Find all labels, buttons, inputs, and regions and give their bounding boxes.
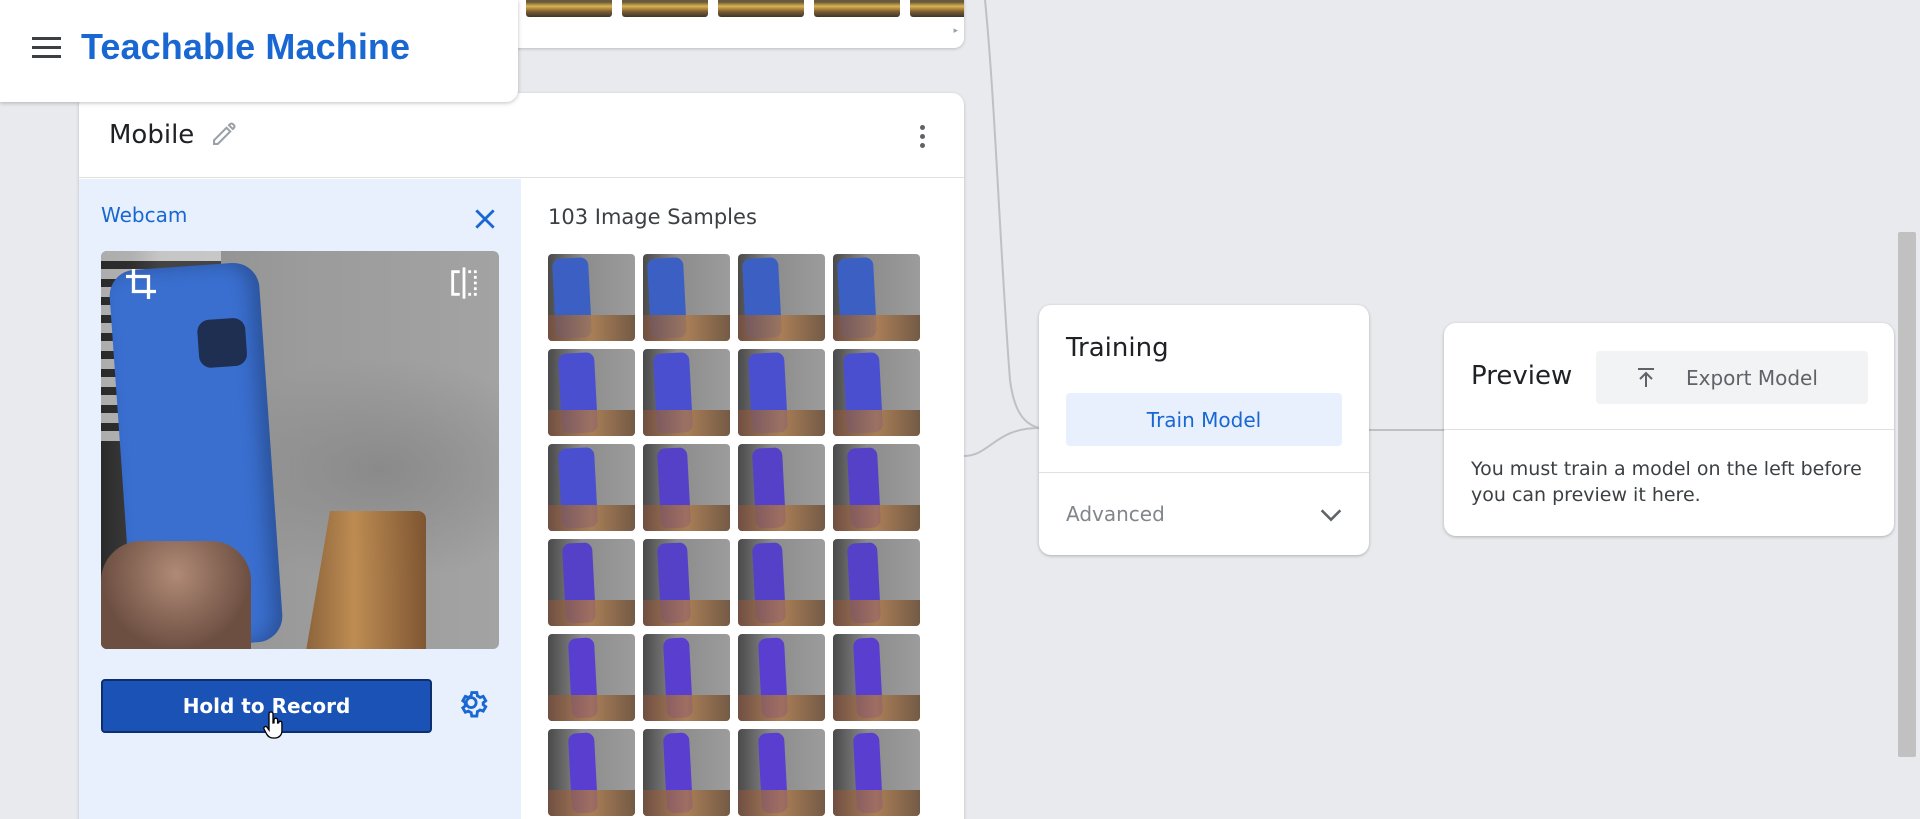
chair: [306, 511, 426, 649]
sample-thumbnail[interactable]: [643, 729, 730, 816]
class-header: Mobile: [79, 93, 964, 178]
webcam-panel: Webcam Hold to Record: [79, 179, 521, 819]
sample-thumbnail[interactable]: [833, 444, 920, 531]
sample-thumbnail: [718, 0, 804, 17]
sample-thumbnail[interactable]: [643, 349, 730, 436]
training-card: Training Train Model Advanced: [1039, 305, 1369, 555]
preview-card: Preview Export Model You must train a mo…: [1444, 323, 1894, 536]
sample-thumbnail[interactable]: [643, 444, 730, 531]
page-scrollbar-thumb[interactable]: [1898, 232, 1916, 757]
sample-thumbnail: [910, 0, 964, 17]
divider: [1039, 472, 1369, 473]
sample-thumbnail: [814, 0, 900, 17]
sample-thumbnail[interactable]: [643, 634, 730, 721]
flip-icon[interactable]: [447, 266, 481, 300]
sample-thumbnail: [526, 0, 612, 17]
sample-thumbnail[interactable]: [833, 729, 920, 816]
chevron-down-icon[interactable]: [1317, 501, 1345, 529]
training-title: Training: [1066, 333, 1169, 363]
sample-thumbnail[interactable]: [738, 444, 825, 531]
sample-thumbnail[interactable]: [833, 539, 920, 626]
sample-thumbnail[interactable]: [548, 349, 635, 436]
hand-cursor-icon: [263, 711, 283, 739]
close-icon[interactable]: [472, 206, 498, 232]
samples-grid: [548, 254, 928, 816]
app-bar: Teachable Machine: [0, 0, 518, 102]
divider: [1444, 429, 1894, 430]
sample-thumbnail: [622, 0, 708, 17]
advanced-toggle[interactable]: Advanced: [1066, 502, 1165, 526]
sample-thumbnail[interactable]: [738, 254, 825, 341]
preview-title: Preview: [1471, 361, 1573, 391]
sample-thumbnail[interactable]: [643, 539, 730, 626]
sample-thumbnail[interactable]: [738, 634, 825, 721]
export-model-label: Export Model: [1686, 365, 1818, 390]
sample-thumbnail[interactable]: [833, 349, 920, 436]
preview-message: You must train a model on the left befor…: [1471, 458, 1862, 506]
sample-thumbnail[interactable]: [833, 254, 920, 341]
samples-count: 103 Image Samples: [548, 205, 757, 229]
more-vert-icon[interactable]: [920, 125, 926, 151]
export-model-button[interactable]: Export Model: [1596, 351, 1868, 404]
train-model-button[interactable]: Train Model: [1066, 393, 1342, 446]
settings-icon[interactable]: [457, 687, 491, 721]
sample-thumbnail[interactable]: [548, 634, 635, 721]
class-name[interactable]: Mobile: [109, 120, 194, 150]
class-card: Mobile Webcam Hold to Record 103 Image S…: [79, 93, 964, 819]
scroll-right-icon[interactable]: ▸: [953, 26, 958, 36]
crop-icon[interactable]: [123, 266, 159, 302]
sample-thumbnail[interactable]: [548, 254, 635, 341]
sample-thumbnail[interactable]: [643, 254, 730, 341]
menu-icon[interactable]: [32, 37, 62, 61]
sample-thumbnail[interactable]: [738, 349, 825, 436]
hand-image: [101, 541, 251, 649]
sample-thumbnail[interactable]: [738, 539, 825, 626]
sample-thumbnail[interactable]: [548, 444, 635, 531]
webcam-title: Webcam: [101, 203, 188, 227]
webcam-preview: [101, 251, 499, 649]
edit-icon[interactable]: [209, 119, 239, 149]
sample-thumbnail[interactable]: [548, 539, 635, 626]
upload-icon: [1638, 367, 1654, 387]
sample-thumbnail[interactable]: [833, 634, 920, 721]
previous-sample-strip: [526, 0, 964, 17]
samples-panel: 103 Image Samples ▲: [522, 179, 964, 819]
sample-thumbnail[interactable]: [548, 729, 635, 816]
sample-thumbnail[interactable]: [738, 729, 825, 816]
app-title[interactable]: Teachable Machine: [81, 26, 410, 68]
